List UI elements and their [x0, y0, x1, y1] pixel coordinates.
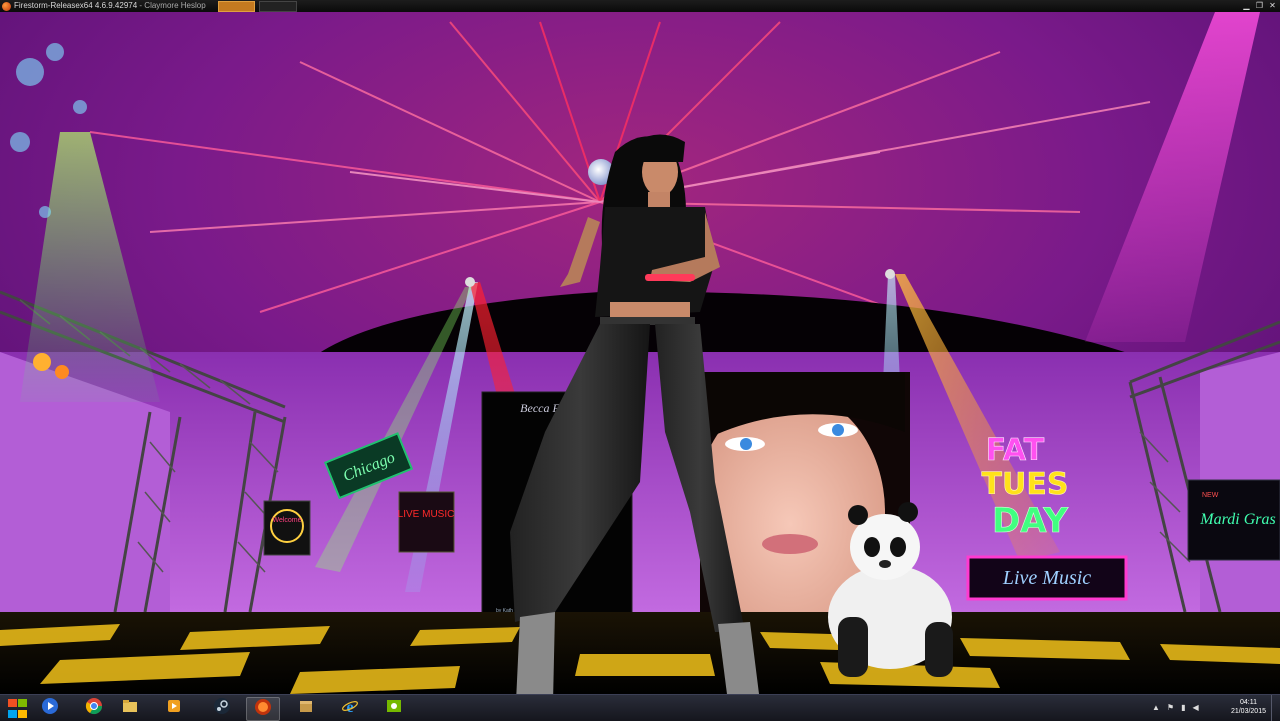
- media-player-icon: [165, 697, 183, 720]
- title-bar-tab[interactable]: [217, 0, 255, 12]
- welcome-neon-text: Welcome: [272, 517, 301, 524]
- show-hidden-icons-icon[interactable]: ▲: [1152, 703, 1160, 712]
- taskbar-button-package[interactable]: [290, 697, 322, 719]
- steam-icon: [213, 697, 231, 720]
- start-button[interactable]: [6, 698, 30, 719]
- taskbar-button-media-player[interactable]: [158, 697, 190, 719]
- windows-logo-red: [8, 699, 17, 707]
- mardi-gras-small-text: NEW: [1202, 492, 1219, 499]
- fat-tuesday-line2: TUES: [982, 467, 1069, 502]
- window-title: Firestorm-Releasex64 4.6.9.42974 - Claym…: [14, 0, 206, 12]
- internet-explorer-icon: e: [341, 697, 359, 720]
- network-icon[interactable]: ▮: [1181, 703, 1185, 712]
- title-bar-tab-2[interactable]: [258, 0, 297, 12]
- windows-taskbar: e ▲ ⚑ ▮ ◀ 04:11 21/03/2015: [0, 694, 1280, 721]
- taskbar-button-file-explorer[interactable]: [114, 697, 146, 719]
- spotlight-fixture-right: [885, 269, 895, 279]
- scene-canvas[interactable]: Chicago Welcome LIVE MUSIC Becca Fashion…: [0, 12, 1280, 694]
- tray-icons: ▲ ⚑ ▮ ◀: [1152, 703, 1199, 712]
- welcome-neon-sign: Welcome: [263, 500, 311, 556]
- file-explorer-icon: [121, 697, 139, 720]
- window-title-bar[interactable]: Firestorm-Releasex64 4.6.9.42974 - Claym…: [0, 0, 1280, 12]
- window-title-app: Firestorm-Releasex64 4.6.9.42974: [14, 1, 138, 10]
- show-desktop-button[interactable]: [1271, 695, 1280, 721]
- windows-logo-blue: [8, 709, 17, 718]
- live-music-left-text: LIVE MUSIC: [398, 509, 455, 520]
- restore-icon[interactable]: ❐: [1255, 1, 1264, 10]
- taskbar-button-chrome[interactable]: [78, 697, 110, 719]
- mardi-gras-sign: NEW Mardi Gras: [1187, 479, 1280, 561]
- package-icon: [297, 697, 315, 720]
- fat-tuesday-line3: DAY: [992, 501, 1068, 541]
- windows-media-player-icon: [41, 697, 59, 720]
- stage-light-left-2: [55, 365, 69, 379]
- viewer-3d-scene[interactable]: Chicago Welcome LIVE MUSIC Becca Fashion…: [0, 12, 1280, 694]
- taskbar-button-windows-media-player[interactable]: [34, 697, 66, 719]
- stage-light-left: [33, 353, 51, 371]
- window-controls: ▁ ❐ ✕: [1242, 1, 1277, 10]
- firestorm-app-icon: [2, 1, 11, 11]
- clock-time: 04:11: [1239, 699, 1257, 706]
- taskbar-button-firestorm[interactable]: [246, 697, 280, 721]
- taskbar-button-internet-explorer[interactable]: e: [334, 697, 366, 719]
- system-tray: ▲ ⚑ ▮ ◀ 04:11 21/03/2015: [1140, 695, 1280, 721]
- taskbar-button-nvidia[interactable]: [378, 697, 410, 719]
- clock-date: 21/03/2015: [1230, 708, 1266, 715]
- flag-icon[interactable]: ⚑: [1167, 703, 1174, 712]
- nvidia-icon: [385, 697, 403, 720]
- chrome-icon: [85, 697, 103, 720]
- fat-tuesday-line1: FAT: [986, 433, 1045, 468]
- spotlight-fixture-left: [465, 277, 475, 287]
- windows-logo-green: [18, 699, 27, 707]
- live-music-sign-right: Live Music: [966, 555, 1128, 601]
- close-icon[interactable]: ✕: [1268, 1, 1277, 10]
- taskbar-button-steam[interactable]: [206, 697, 238, 719]
- firestorm-icon: [254, 698, 272, 721]
- windows-logo-yellow: [18, 709, 27, 718]
- live-music-right-text: Live Music: [1002, 567, 1091, 589]
- live-music-sign-left: LIVE MUSIC: [398, 491, 455, 553]
- mardi-gras-text: Mardi Gras: [1199, 511, 1275, 528]
- minimize-icon[interactable]: ▁: [1242, 1, 1251, 10]
- window-title-user: Claymore Heslop: [144, 1, 206, 10]
- taskbar-clock[interactable]: 04:11 21/03/2015: [1231, 698, 1266, 716]
- volume-icon[interactable]: ◀: [1193, 703, 1199, 712]
